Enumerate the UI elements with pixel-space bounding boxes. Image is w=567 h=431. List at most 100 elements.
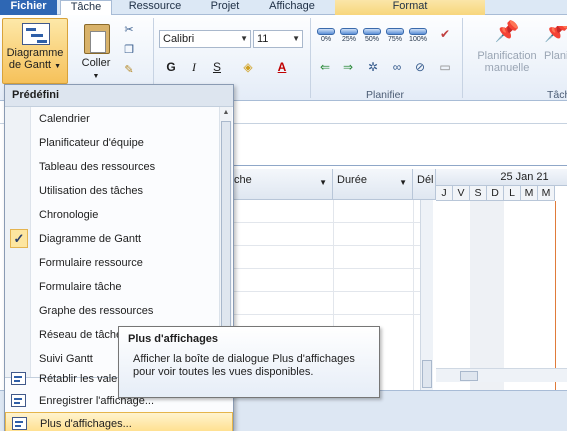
table-row[interactable] <box>230 223 433 246</box>
grid-vertical-scrollbar[interactable] <box>420 200 433 390</box>
menu-item-resource-form[interactable]: Formulaire ressource <box>5 251 219 275</box>
chevron-down-icon: ▼ <box>292 34 300 43</box>
gantt-horizontal-scrollbar[interactable] <box>436 368 567 382</box>
manual-schedule-button[interactable]: 📌 Planification manuelle <box>472 21 542 74</box>
menu-item-timeline[interactable]: Chronologie <box>5 203 219 227</box>
mark-on-track-icon[interactable]: ✔ <box>436 26 454 42</box>
scrollbar-thumb[interactable] <box>422 360 432 388</box>
tab-task[interactable]: Tâche <box>60 0 112 16</box>
tasks-group-label: Tâch <box>547 89 567 101</box>
gantt-weekend-shade <box>487 201 504 390</box>
font-name-select[interactable]: Calibri ▼ <box>159 30 251 48</box>
manual-schedule-label: Planification manuelle <box>477 50 537 74</box>
bold-button[interactable]: G <box>163 59 179 75</box>
gantt-day-header: D <box>487 186 504 201</box>
scrollbar-thumb[interactable] <box>460 371 478 381</box>
chevron-down-icon: ▼ <box>54 63 62 70</box>
paste-icon[interactable] <box>84 24 110 54</box>
ribbon-tab-row: Fichier Tâche Ressource Projet Affichage… <box>0 0 567 16</box>
split-icon[interactable]: ✲ <box>364 59 382 75</box>
gantt-today-line <box>555 201 556 390</box>
font-size-select[interactable]: 11 ▼ <box>253 30 303 48</box>
chevron-down-icon[interactable]: ▼ <box>399 178 407 187</box>
copy-icon[interactable]: ❐ <box>122 44 136 56</box>
percent-complete-50-button[interactable]: 50% <box>362 26 382 44</box>
unlink-icon[interactable]: ⊘ <box>411 59 429 75</box>
chevron-down-icon[interactable]: ▼ <box>319 178 327 187</box>
column-divider <box>413 200 414 390</box>
tab-resource[interactable]: Ressource <box>114 0 196 15</box>
cut-icon[interactable]: ✂ <box>122 24 136 36</box>
menu-item-resource-graph[interactable]: Graphe des ressources <box>5 299 219 323</box>
percent-label: 0% <box>320 36 332 43</box>
menu-item-team-planner[interactable]: Planificateur d'équipe <box>5 131 219 155</box>
pushpin-icon: 📌 <box>544 26 567 43</box>
menu-item-label: Rétablir les vale <box>39 373 118 385</box>
font-size-value: 11 <box>257 33 269 45</box>
tab-view[interactable]: Affichage <box>254 0 330 15</box>
gantt-day-header: V <box>453 186 470 201</box>
inactivate-icon[interactable]: ▭ <box>436 59 454 75</box>
percent-label: 100% <box>409 36 427 43</box>
column-header-label: Durée <box>337 174 367 186</box>
paste-button[interactable]: Coller ▼ <box>76 57 116 83</box>
table-row[interactable] <box>230 246 433 269</box>
auto-schedule-button[interactable]: 📌 Planif auto <box>544 26 567 62</box>
table-row[interactable] <box>230 200 433 223</box>
menu-item-gantt-chart[interactable]: ✓ Diagramme de Gantt <box>5 227 219 251</box>
menu-item-more-views[interactable]: Plus d'affichages... <box>5 412 233 431</box>
tab-file[interactable]: Fichier <box>0 0 57 15</box>
menu-item-calendar[interactable]: Calendrier <box>5 107 219 131</box>
italic-button[interactable]: I <box>186 59 202 75</box>
percent-complete-25-button[interactable]: 25% <box>339 26 359 44</box>
gantt-week-header: 25 Jan 21 <box>436 169 567 186</box>
format-painter-icon[interactable]: ✎ <box>122 64 136 76</box>
column-header-start[interactable]: Dél <box>413 169 436 200</box>
column-header-label: che <box>234 174 252 186</box>
column-header-duration[interactable]: Durée ▼ <box>333 169 413 200</box>
tab-format[interactable]: Format <box>335 0 485 15</box>
tab-project[interactable]: Projet <box>196 0 254 15</box>
menu-item-label: Diagramme de Gantt <box>39 233 142 245</box>
percent-label: 50% <box>364 36 379 43</box>
highlight-color-icon[interactable]: ◈ <box>240 59 256 75</box>
reset-view-icon <box>11 372 26 385</box>
gantt-week-label: 25 Jan 21 <box>500 171 549 183</box>
tooltip-title: Plus d'affichages <box>128 333 219 345</box>
gantt-day-header: J <box>436 186 453 201</box>
gantt-day-header: M <box>538 186 555 201</box>
underline-button[interactable]: S <box>209 59 225 75</box>
table-row[interactable] <box>230 269 433 292</box>
font-name-value: Calibri <box>163 33 195 45</box>
more-views-tooltip: Plus d'affichages Afficher la boîte de d… <box>118 326 380 398</box>
scroll-up-icon[interactable]: ▲ <box>220 109 232 116</box>
gantt-chart-button[interactable]: Diagramme de Gantt ▼ <box>2 18 68 84</box>
chevron-down-icon: ▼ <box>240 34 248 43</box>
scrollbar-thumb[interactable] <box>221 121 231 331</box>
more-views-icon <box>12 417 27 430</box>
menu-item-task-form[interactable]: Formulaire tâche <box>5 275 219 299</box>
pushpin-icon: 📌 <box>494 21 520 43</box>
font-color-icon[interactable]: A <box>274 59 290 75</box>
move-left-icon[interactable]: ⇐ <box>316 59 334 75</box>
schedule-group-label: Planifier <box>366 89 404 101</box>
menu-item-task-usage[interactable]: Utilisation des tâches <box>5 179 219 203</box>
percent-complete-75-button[interactable]: 75% <box>385 26 405 44</box>
gantt-day-header: S <box>470 186 487 201</box>
percent-complete-0-button[interactable]: 0% <box>316 26 336 44</box>
move-right-icon[interactable]: ⇒ <box>339 59 357 75</box>
gantt-day-header: L <box>504 186 521 201</box>
menu-item-resource-sheet[interactable]: Tableau des ressources <box>5 155 219 179</box>
gantt-weekend-shade <box>470 201 487 390</box>
link-icon[interactable]: ∞ <box>388 59 406 75</box>
group-divider <box>462 18 463 98</box>
menu-item-label: Plus d'affichages... <box>40 418 132 430</box>
table-row[interactable] <box>230 292 433 315</box>
group-divider <box>310 18 311 98</box>
paste-button-label: Coller <box>81 57 111 69</box>
column-header-label: Dél <box>417 174 434 186</box>
column-header-task-name[interactable]: che ▼ <box>230 169 333 200</box>
auto-schedule-label: Planif auto <box>544 50 567 62</box>
percent-complete-100-button[interactable]: 100% <box>408 26 428 44</box>
save-view-icon <box>11 394 26 407</box>
